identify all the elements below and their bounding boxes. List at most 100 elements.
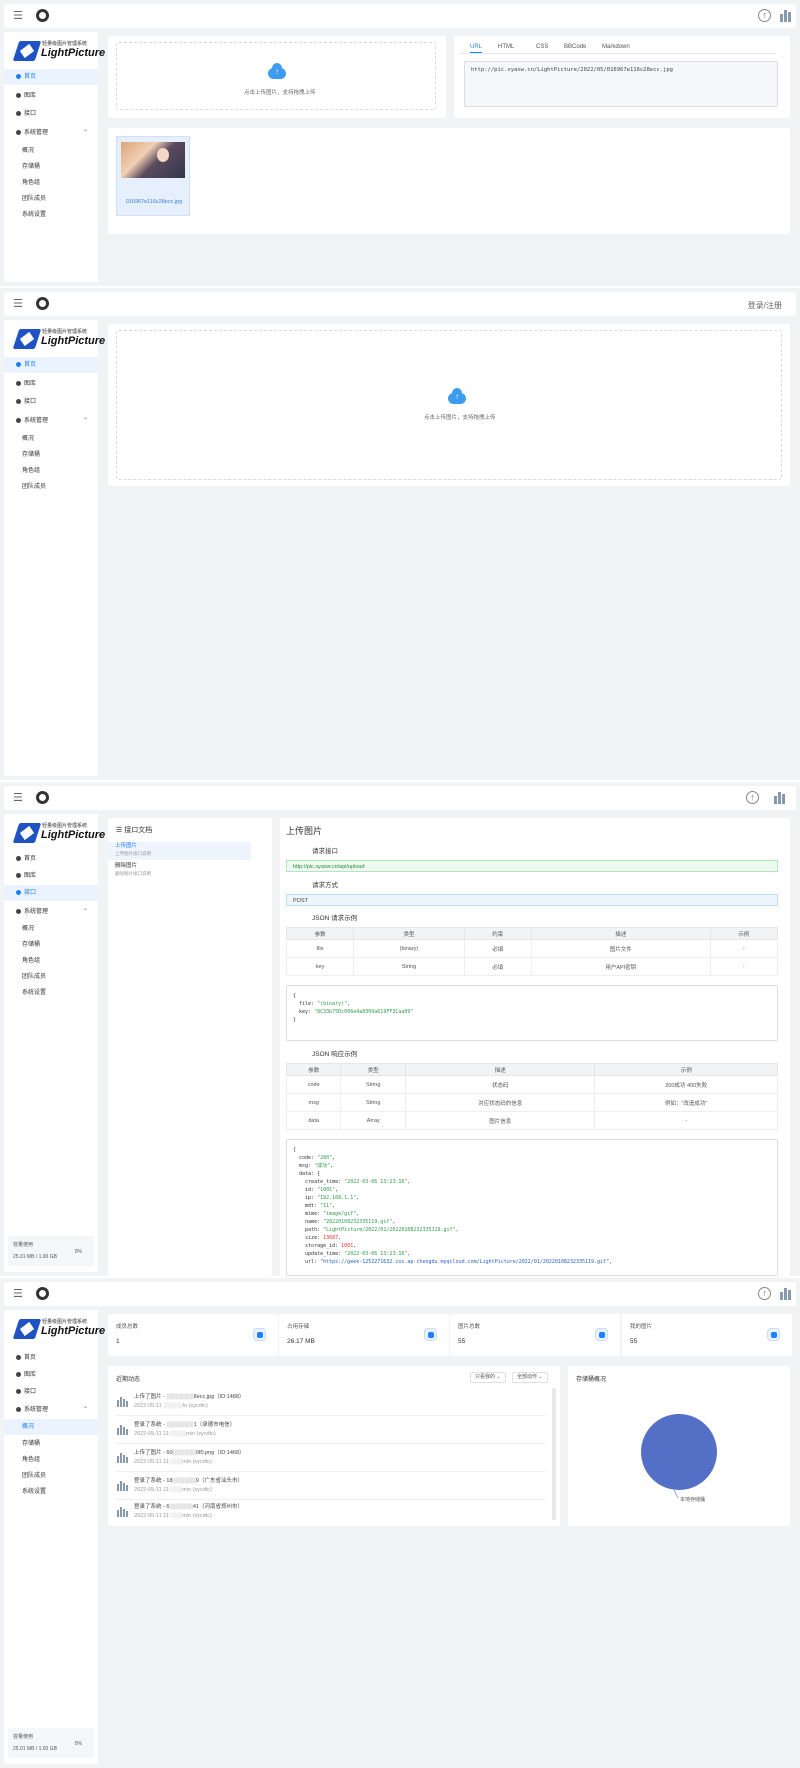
nav-overview[interactable]: 概况 xyxy=(4,431,98,447)
nav-system[interactable]: 系统管理 ⌃ xyxy=(4,904,98,920)
menu-toggle-icon[interactable]: ☰ xyxy=(13,1288,23,1300)
table-cell: file xyxy=(285,939,355,958)
table-cell: code xyxy=(285,1075,342,1094)
stat-card-storage: 占用存储 26.17 MB xyxy=(279,1314,449,1356)
nav-label: 存储桶 xyxy=(22,1441,41,1447)
api-doc-title: 上传图片 xyxy=(286,826,323,836)
nav-gallery[interactable]: 图库 xyxy=(4,376,98,392)
github-icon[interactable] xyxy=(36,791,49,804)
tab-url[interactable]: URL xyxy=(470,42,483,53)
user-avatar[interactable] xyxy=(772,790,788,806)
nav-roles[interactable]: 角色组 xyxy=(4,1452,98,1468)
link-output[interactable]: http://pic.xyaxw.cn/LightPicture/2022/05… xyxy=(464,61,778,107)
nav-overview[interactable]: 概况 xyxy=(4,143,98,159)
tab-css[interactable]: CSS xyxy=(536,42,548,52)
nav-overview[interactable]: 概况 xyxy=(4,1419,98,1435)
nav-settings[interactable]: 系统设置 xyxy=(4,1484,98,1500)
pie-label-leader xyxy=(673,1489,679,1499)
nav-system[interactable]: 系统管理 ⌃ xyxy=(4,125,98,141)
brand-logo: 轻量级图片管理系统 LightPicture xyxy=(12,326,105,352)
menu-toggle-icon[interactable]: ☰ xyxy=(13,298,23,310)
column-header: 示例 xyxy=(594,1063,778,1076)
nav-api[interactable]: 接口 xyxy=(4,394,98,410)
nav-api[interactable]: 接口 xyxy=(4,106,98,122)
user-avatar[interactable] xyxy=(778,1286,794,1302)
nav-roles[interactable]: 角色组 xyxy=(4,463,98,479)
nav-team[interactable]: 团队成员 xyxy=(4,1468,98,1484)
nav-team[interactable]: 团队成员 xyxy=(4,191,98,207)
nav-label: 接口 xyxy=(24,399,37,405)
nav-label: 接口 xyxy=(24,890,37,896)
filter-action-select[interactable]: 全部动作 ⌄ xyxy=(512,1372,548,1383)
api-doc-item-upload[interactable]: 上传图片 上传图片接口说明 xyxy=(108,842,251,860)
nav-home[interactable]: 首页 xyxy=(4,1350,98,1366)
storage-label: 容量使用 xyxy=(13,1734,34,1740)
menu-toggle-icon[interactable]: ☰ xyxy=(13,10,23,22)
nav-label: 概况 xyxy=(22,148,35,154)
nav-team[interactable]: 团队成员 xyxy=(4,969,98,985)
nav-settings[interactable]: 系统设置 xyxy=(4,985,98,1001)
upload-icon[interactable]: ↑ xyxy=(758,9,771,22)
nav-settings[interactable]: 系统设置 xyxy=(4,207,98,223)
nav-home[interactable]: 首页 xyxy=(4,851,98,867)
tab-bbcode[interactable]: BBCode xyxy=(564,42,586,52)
nav-home[interactable]: 首页 xyxy=(4,357,98,373)
brand-logo: 轻量级图片管理系统 LightPicture xyxy=(12,820,105,846)
nav-system[interactable]: 系统管理 ⌃ xyxy=(4,1402,98,1418)
nav-storage[interactable]: 存储桶 xyxy=(4,1436,98,1452)
nav-gallery[interactable]: 图库 xyxy=(4,1367,98,1383)
nav-label: 系统管理 xyxy=(24,418,49,424)
activity-scrollbar[interactable] xyxy=(552,1388,556,1520)
upload-icon[interactable]: ↑ xyxy=(746,791,759,804)
nav-system[interactable]: 系统管理 ⌃ xyxy=(4,413,98,429)
list-item: 登录了系统 - 18░░░░░░9（广东省汕头市） 2022-05-11 11:░… xyxy=(116,1472,546,1500)
api-doc-item-delete[interactable]: 删除图片 删除图片接口说明 xyxy=(108,862,251,880)
github-icon[interactable] xyxy=(36,1287,49,1300)
nav-label: 概况 xyxy=(22,926,35,932)
nav-overview[interactable]: 概况 xyxy=(4,921,98,937)
menu-toggle-icon[interactable]: ☰ xyxy=(13,792,23,804)
nav-storage[interactable]: 存储桶 xyxy=(4,937,98,953)
upload-dropzone[interactable]: 点击上传图片，支持拖拽上传 xyxy=(116,330,782,480)
login-link[interactable]: 登录/注册 xyxy=(748,300,782,311)
nav-roles[interactable]: 角色组 xyxy=(4,953,98,969)
nav-api[interactable]: 接口 xyxy=(4,1384,98,1400)
tab-markdown[interactable]: Markdown xyxy=(602,42,630,52)
json-value: "200" xyxy=(317,1155,333,1161)
storage-percent: 0% xyxy=(74,1741,82,1747)
github-icon[interactable] xyxy=(36,9,49,22)
table-cell: 必填 xyxy=(463,957,532,976)
gallery-icon xyxy=(16,92,21,98)
table-cell: String xyxy=(340,1093,407,1112)
cloud-upload-icon xyxy=(268,63,286,79)
brand-logo: 轻量级图片管理系统 LightPicture xyxy=(12,38,105,64)
upload-dropzone[interactable]: 点击上传图片，支持拖拽上传 xyxy=(116,42,436,110)
upload-icon[interactable]: ↑ xyxy=(758,1287,771,1300)
table-cell: 用户API密钥 xyxy=(530,957,711,976)
tab-html[interactable]: HTML xyxy=(498,42,514,52)
nav-label: 团队成员 xyxy=(22,484,47,490)
nav-gallery[interactable]: 图库 xyxy=(4,88,98,104)
nav-storage[interactable]: 存储桶 xyxy=(4,159,98,175)
stat-title: 我的图片 xyxy=(630,1324,653,1330)
nav-gallery[interactable]: 图库 xyxy=(4,868,98,884)
sidebar: 轻量级图片管理系统 LightPicture 首页 图库 接口 系统管理 ⌃ 概况 … xyxy=(4,32,105,282)
chevron-up-icon: ⌃ xyxy=(82,909,88,915)
pie-slice-local[interactable] xyxy=(641,1414,717,1490)
github-icon[interactable] xyxy=(36,297,49,310)
chevron-up-icon: ⌃ xyxy=(82,1407,88,1413)
table-cell: msg xyxy=(285,1093,342,1112)
uploaded-thumbnail[interactable]: 016967e116c28ecc.jpg xyxy=(116,136,190,216)
json-value: "11" xyxy=(320,1203,333,1209)
table-header-row: 参数 类型 描述 示例 xyxy=(285,1063,778,1076)
user-avatar[interactable] xyxy=(778,8,794,24)
nav-api[interactable]: 接口 xyxy=(4,885,98,901)
nav-storage[interactable]: 存储桶 xyxy=(4,447,98,463)
nav-team[interactable]: 团队成员 xyxy=(4,479,98,495)
nav-roles[interactable]: 角色组 xyxy=(4,175,98,191)
table-cell: - xyxy=(594,1111,778,1130)
top-bar: ☰ 登录/注册 xyxy=(4,292,796,316)
column-header: 描述 xyxy=(405,1063,596,1076)
filter-mine-select[interactable]: 只看我的 ⌄ xyxy=(470,1372,506,1383)
nav-home[interactable]: 首页 xyxy=(4,69,98,85)
